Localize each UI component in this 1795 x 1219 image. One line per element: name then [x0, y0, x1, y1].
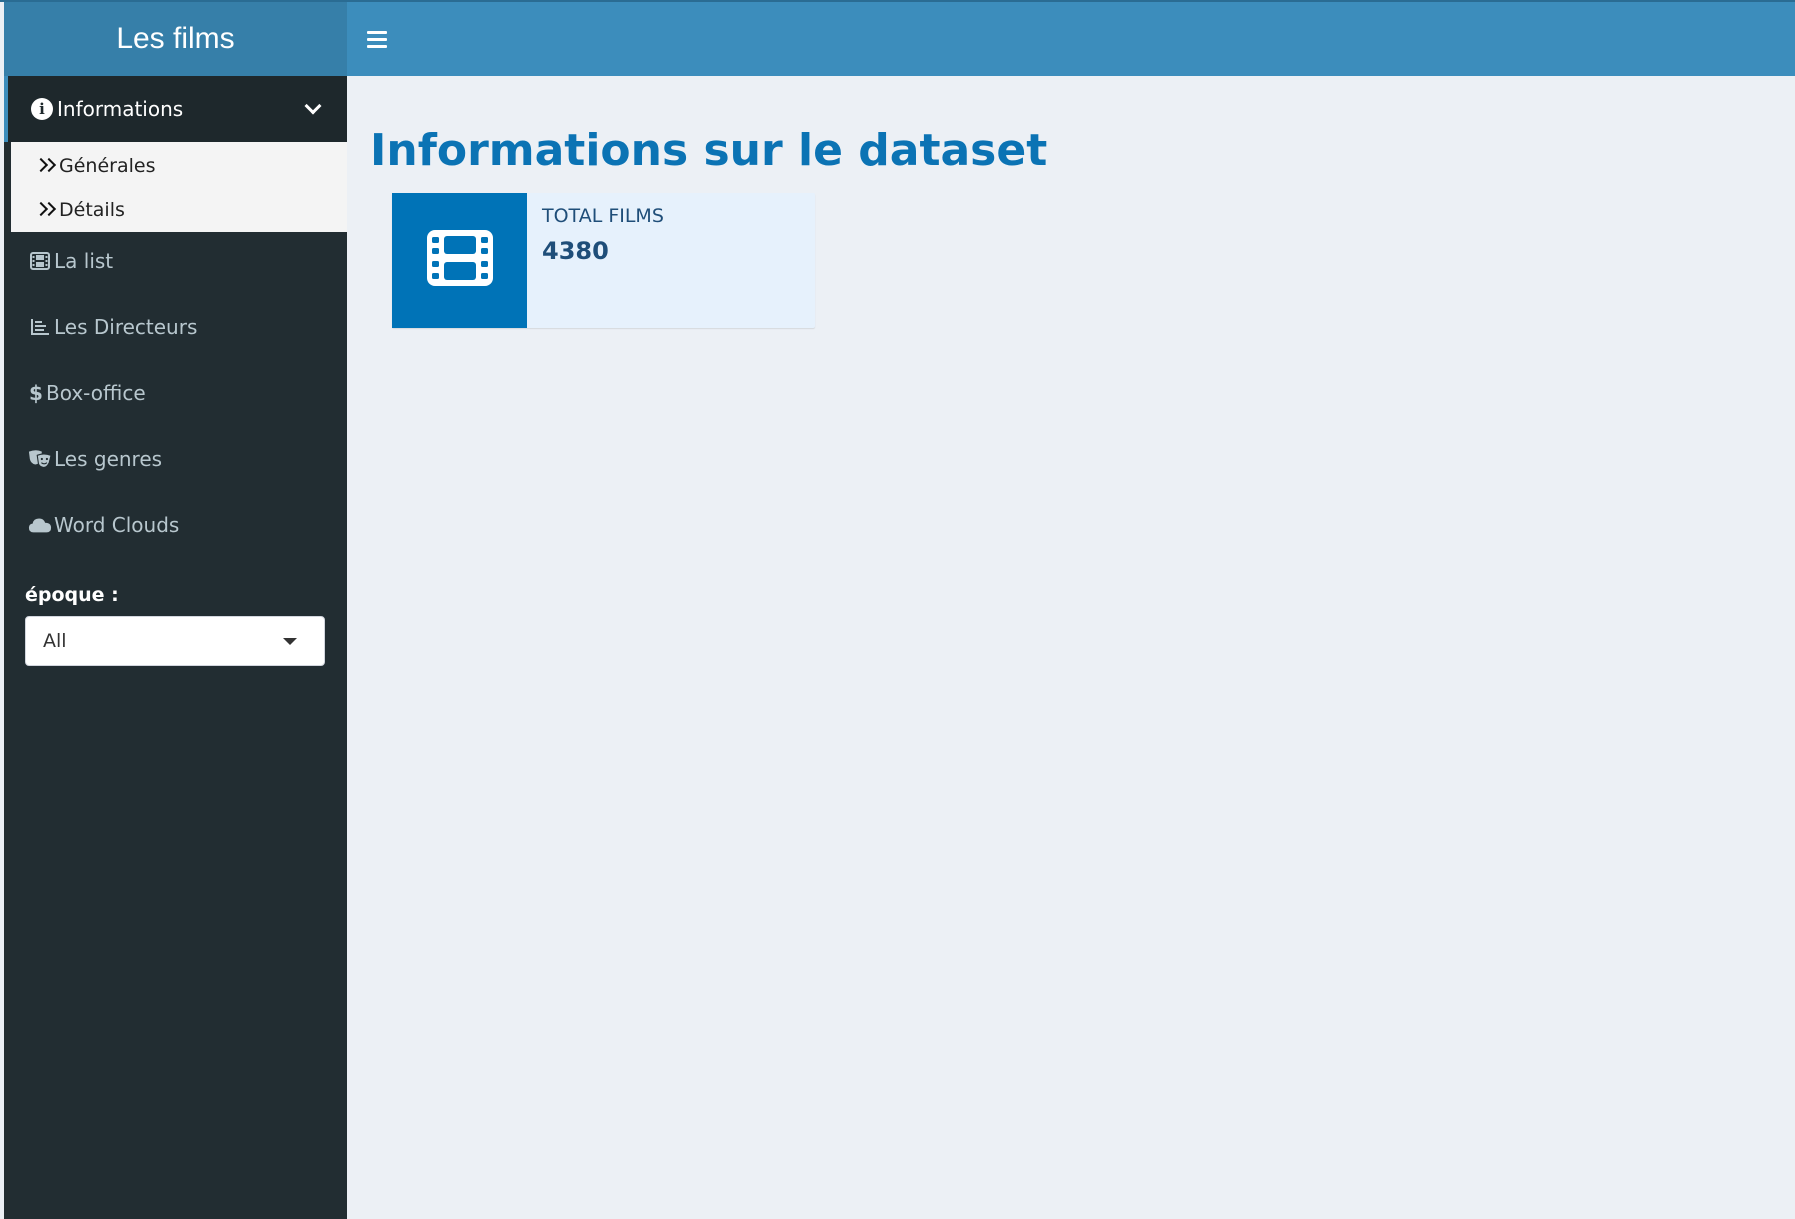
- sidebar-item-box-office[interactable]: $ Box-office: [4, 363, 347, 423]
- bar-chart-icon: [28, 316, 52, 338]
- sidebar-item-informations[interactable]: i Informations: [4, 76, 347, 142]
- sidebar-item-label: Les genres: [54, 447, 163, 471]
- sidebar-item-label: La list: [54, 249, 114, 273]
- submenu-item-details[interactable]: Détails: [11, 188, 347, 232]
- submenu-item-generales[interactable]: Générales: [11, 144, 347, 188]
- film-icon: [425, 228, 495, 293]
- double-chevron-right-icon: [33, 200, 57, 220]
- theater-masks-icon: [28, 448, 52, 470]
- cloud-icon: [28, 514, 52, 536]
- submenu-item-label: Détails: [59, 199, 125, 221]
- epoque-select[interactable]: All: [25, 616, 325, 666]
- sidebar-item-label: Les Directeurs: [54, 315, 198, 339]
- epoque-filter-label: époque :: [25, 584, 119, 606]
- top-navbar: [347, 2, 1795, 76]
- dollar-icon: $: [28, 382, 44, 404]
- sidebar-item-les-genres[interactable]: Les genres: [4, 429, 347, 489]
- sidebar-item-les-directeurs[interactable]: Les Directeurs: [4, 297, 347, 357]
- sidebar-item-word-clouds[interactable]: Word Clouds: [4, 495, 347, 555]
- film-icon: [28, 250, 52, 272]
- chevron-down-icon: [304, 97, 322, 115]
- hamburger-icon-bar: [367, 44, 387, 48]
- svg-text:$: $: [29, 382, 43, 404]
- sidebar-item-la-list[interactable]: La list: [4, 231, 347, 291]
- total-films-info-box: TOTAL FILMS 4380: [392, 193, 815, 328]
- info-box-label: TOTAL FILMS: [542, 205, 664, 227]
- app-window: Les films i Informations Générales Détai…: [0, 0, 1795, 1219]
- epoque-select-value: All: [43, 630, 67, 652]
- info-box-value: 4380: [542, 237, 609, 265]
- info-box-icon-container: [392, 193, 527, 328]
- hamburger-icon-bar: [367, 37, 387, 41]
- hamburger-icon: [367, 30, 387, 34]
- info-circle-icon: i: [31, 98, 53, 120]
- sidebar-item-label: Box-office: [46, 381, 146, 405]
- sidebar-item-label: Informations: [57, 97, 184, 121]
- submenu-informations: Générales Détails: [11, 142, 347, 232]
- sidebar-toggle-button[interactable]: [367, 24, 397, 54]
- sidebar-item-label: Word Clouds: [54, 513, 180, 537]
- double-chevron-right-icon: [33, 156, 57, 176]
- submenu-item-label: Générales: [59, 155, 156, 177]
- page-title: Informations sur le dataset: [370, 125, 1048, 176]
- brand-title: Les films: [116, 22, 235, 55]
- app-brand[interactable]: Les films: [4, 2, 347, 76]
- caret-down-icon: [283, 638, 297, 645]
- sidebar: i Informations Générales Détails La list…: [4, 76, 347, 1219]
